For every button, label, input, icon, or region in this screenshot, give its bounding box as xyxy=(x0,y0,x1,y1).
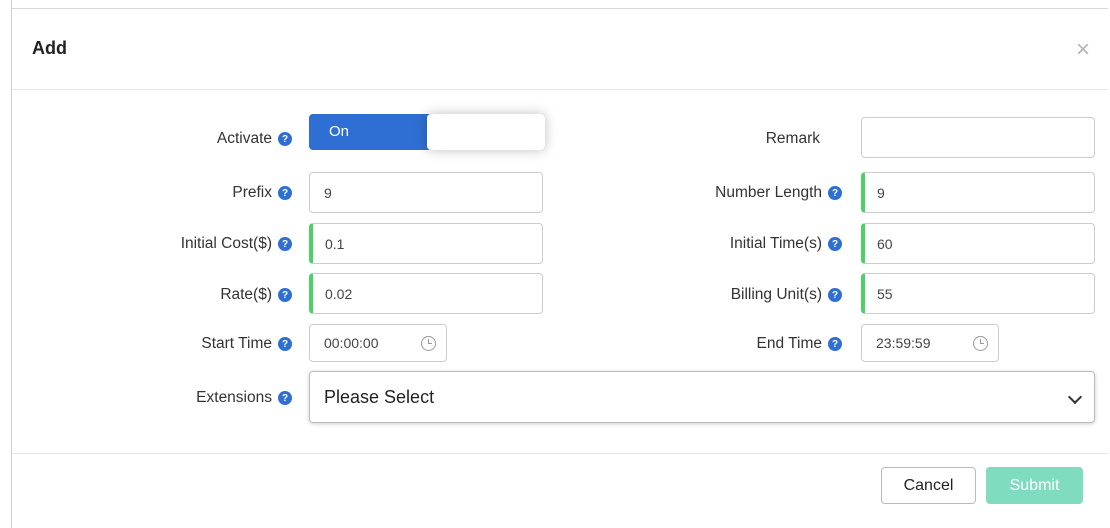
close-icon[interactable]: × xyxy=(1072,38,1094,62)
initial-time-input[interactable]: 60 xyxy=(861,223,1095,264)
start-time-label: Start Time ? xyxy=(132,332,292,356)
initial-time-label-text: Initial Time(s) xyxy=(729,235,822,252)
question-circle-icon[interactable]: ? xyxy=(278,288,292,302)
question-circle-icon[interactable]: ? xyxy=(828,337,842,351)
remark-label-text: Remark xyxy=(765,130,820,147)
question-circle-icon[interactable]: ? xyxy=(278,186,292,200)
extensions-placeholder: Please Select xyxy=(324,386,435,407)
end-time-label: End Time ? xyxy=(632,332,842,356)
end-time-label-text: End Time xyxy=(756,335,822,352)
chevron-down-icon[interactable] xyxy=(1067,389,1083,405)
activate-toggle[interactable]: On xyxy=(309,114,545,150)
number-length-label-text: Number Length xyxy=(715,184,822,201)
number-length-label: Number Length ? xyxy=(632,181,842,205)
start-time-label-text: Start Time xyxy=(201,335,272,352)
activate-label: Activate ? xyxy=(132,127,292,151)
question-circle-icon[interactable]: ? xyxy=(828,186,842,200)
prefix-label: Prefix ? xyxy=(132,181,292,205)
activate-toggle-text: On xyxy=(329,123,350,140)
add-dialog: Add × Activate ? On Remark Prefix ? 9 Nu… xyxy=(12,8,1108,528)
start-time-value: 00:00:00 xyxy=(324,335,379,351)
question-circle-icon[interactable]: ? xyxy=(278,132,292,146)
dialog-title: Add xyxy=(32,38,67,58)
billing-unit-label-text: Billing Unit(s) xyxy=(730,286,822,303)
number-length-input[interactable]: 9 xyxy=(861,172,1095,213)
rate-label: Rate($) ? xyxy=(112,283,292,307)
clock-icon[interactable] xyxy=(973,335,988,351)
clock-icon[interactable] xyxy=(421,335,436,351)
question-circle-icon[interactable]: ? xyxy=(828,237,842,251)
extensions-label: Extensions ? xyxy=(112,386,292,410)
initial-cost-input[interactable]: 0.1 xyxy=(309,223,543,264)
question-circle-icon[interactable]: ? xyxy=(828,288,842,302)
billing-unit-label: Billing Unit(s) ? xyxy=(632,283,842,307)
prefix-label-text: Prefix xyxy=(232,184,272,201)
extensions-select[interactable]: Please Select xyxy=(309,371,1095,423)
extensions-label-text: Extensions xyxy=(196,389,272,406)
start-time-input[interactable]: 00:00:00 xyxy=(309,324,447,362)
end-time-value: 23:59:59 xyxy=(876,335,931,351)
question-circle-icon[interactable]: ? xyxy=(278,391,292,405)
rate-label-text: Rate($) xyxy=(220,286,272,303)
initial-time-label: Initial Time(s) ? xyxy=(632,232,842,256)
initial-cost-label-text: Initial Cost($) xyxy=(180,235,272,252)
cancel-button[interactable]: Cancel xyxy=(881,467,976,504)
activate-toggle-knob[interactable] xyxy=(427,114,545,150)
activate-label-text: Activate xyxy=(216,130,272,147)
submit-button[interactable]: Submit xyxy=(986,467,1083,504)
end-time-input[interactable]: 23:59:59 xyxy=(861,324,999,362)
remark-input[interactable] xyxy=(861,117,1095,158)
rate-input[interactable]: 0.02 xyxy=(309,273,543,314)
question-circle-icon[interactable]: ? xyxy=(278,237,292,251)
dialog-header: Add × xyxy=(12,9,1108,90)
prefix-input[interactable]: 9 xyxy=(309,172,543,213)
question-circle-icon[interactable]: ? xyxy=(278,337,292,351)
remark-label: Remark xyxy=(652,127,820,151)
billing-unit-input[interactable]: 55 xyxy=(861,273,1095,314)
initial-cost-label: Initial Cost($) ? xyxy=(112,232,292,256)
window-left-edge xyxy=(0,0,12,528)
